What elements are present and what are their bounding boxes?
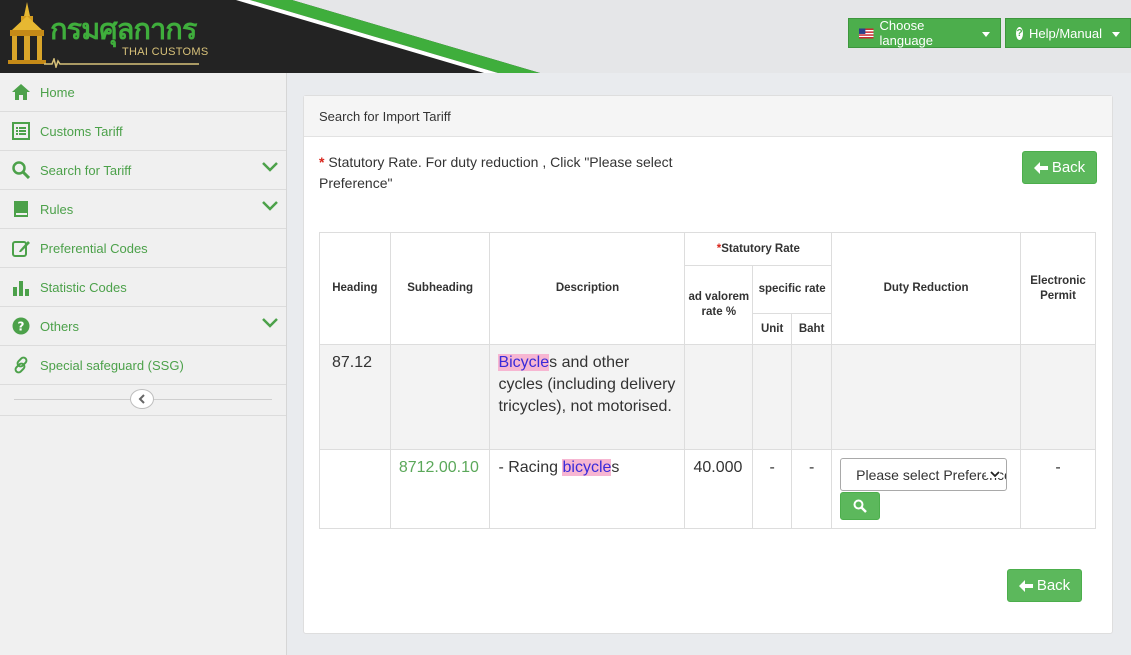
sidebar-item-preferential-codes[interactable]: Preferential Codes — [0, 229, 286, 268]
list-icon — [11, 121, 31, 141]
preference-select-value: Please select Preference — [856, 466, 1008, 483]
sidebar-item-rules[interactable]: Rules — [0, 190, 286, 229]
svg-text:?: ? — [18, 320, 25, 334]
chevron-down-icon — [986, 471, 1001, 478]
table-row: 8712.00.10 - Racing bicycles 40.000 - - … — [319, 449, 1096, 529]
question-icon: ? — [11, 316, 31, 336]
sidebar-item-label: Search for Tariff — [40, 162, 132, 178]
heading-cell: 87.12 — [319, 344, 391, 450]
us-flag-icon — [859, 28, 874, 38]
statutory-note: * Statutory Rate. For duty reduction , C… — [319, 152, 719, 194]
collapse-sidebar-button[interactable] — [130, 389, 154, 409]
electronic-permit-cell — [1020, 344, 1096, 450]
electronic-permit-cell: - — [1020, 449, 1096, 529]
logo-english-text: THAI CUSTOMS — [122, 46, 209, 58]
heading-cell — [319, 449, 391, 529]
subheading-cell — [389, 344, 491, 450]
choose-language-button[interactable]: Choose language — [848, 18, 1001, 48]
description-prefix: - Racing — [498, 459, 563, 476]
column-header-duty-reduction: Duty Reduction — [831, 232, 1022, 345]
logo-thai-text: กรมศุลกากร — [50, 12, 197, 46]
help-manual-label: Help/Manual — [1029, 25, 1102, 41]
sidebar-item-label: Rules — [40, 201, 74, 217]
sidebar-item-customs-tariff[interactable]: Customs Tariff — [0, 112, 286, 151]
column-header-baht: Baht — [791, 313, 833, 345]
sidebar-item-label: Preferential Codes — [40, 240, 148, 256]
arrow-left-icon — [1033, 161, 1048, 174]
preference-select[interactable]: Please select Preference — [840, 458, 1008, 491]
chevron-down-icon[interactable] — [262, 318, 278, 328]
link-icon — [11, 355, 31, 375]
edit-icon — [11, 238, 31, 258]
sidebar-item-special-safeguard[interactable]: Special safeguard (SSG) — [0, 346, 286, 385]
import-tariff-panel: Search for Import Tariff * Statutory Rat… — [303, 95, 1113, 634]
baht-cell: - — [791, 449, 833, 529]
statutory-rate-label: Statutory Rate — [721, 242, 800, 255]
description-cell: - Racing bicycles — [489, 449, 686, 529]
back-button-top[interactable]: Back — [1022, 151, 1097, 184]
back-button-bottom[interactable]: Back — [1007, 569, 1082, 602]
unit-cell: - — [752, 449, 793, 529]
duty-reduction-cell — [831, 344, 1022, 450]
header: กรมศุลกากร THAI CUSTOMS Choose language … — [0, 0, 1131, 73]
preference-search-button[interactable] — [840, 492, 881, 520]
search-highlight: Bicycle — [498, 354, 550, 371]
chevron-down-icon[interactable] — [262, 201, 278, 211]
sidebar-item-others[interactable]: ? Others — [0, 307, 286, 346]
sidebar-collapse-bar — [0, 385, 286, 416]
column-header-specific-rate: specific rate — [752, 265, 833, 314]
sidebar-item-label: Statistic Codes — [40, 279, 127, 295]
statutory-note-text: Statutory Rate. For duty reduction , Cli… — [319, 154, 673, 191]
back-label: Back — [1036, 577, 1071, 594]
chevron-left-icon — [138, 394, 145, 404]
duty-reduction-cell: Please select Preference — [831, 449, 1022, 529]
unit-cell — [752, 344, 793, 450]
sidebar-item-home[interactable]: Home — [0, 73, 286, 112]
sidebar-item-label: Home — [40, 84, 75, 100]
baht-cell — [791, 344, 833, 450]
panel-title: Search for Import Tariff — [304, 96, 1112, 137]
sidebar-item-label: Customs Tariff — [40, 123, 123, 139]
required-star: * — [319, 154, 325, 170]
customs-emblem-icon — [8, 2, 46, 64]
column-header-statutory-rate: *Statutory Rate — [684, 232, 833, 266]
search-icon — [11, 160, 31, 180]
column-header-electronic-permit: Electronic Permit — [1020, 232, 1096, 345]
column-header-ad-valorem: ad valorem rate % — [684, 265, 754, 345]
sidebar-item-search-for-tariff[interactable]: Search for Tariff — [0, 151, 286, 190]
sidebar-item-label: Others — [40, 318, 80, 334]
description-suffix: s — [611, 459, 620, 476]
help-manual-button[interactable]: ? Help/Manual — [1005, 18, 1131, 48]
sidebar: Home Customs Tariff Search for Tariff Ru… — [0, 73, 287, 655]
sidebar-item-label: Special safeguard (SSG) — [40, 357, 184, 373]
back-label: Back — [1051, 159, 1086, 176]
question-circle-icon: ? — [1016, 26, 1023, 40]
chevron-down-icon[interactable] — [262, 162, 278, 172]
arrow-left-icon — [1018, 579, 1033, 592]
choose-language-label: Choose language — [879, 18, 934, 48]
column-header-subheading: Subheading — [389, 232, 491, 345]
bar-chart-icon — [11, 277, 31, 297]
description-cell: Bicycles and other cycles (including del… — [489, 344, 686, 450]
caret-down-icon — [1112, 31, 1120, 37]
table-row: 87.12 Bicycles and other cycles (includi… — [319, 344, 1096, 450]
book-icon — [11, 199, 31, 219]
column-header-description: Description — [489, 232, 686, 345]
subheading-link[interactable]: 8712.00.10 — [399, 459, 479, 476]
column-header-unit: Unit — [752, 313, 793, 345]
home-icon — [11, 82, 31, 102]
search-highlight: bicycle — [562, 459, 612, 476]
ad-valorem-cell — [684, 344, 754, 450]
search-icon — [853, 499, 868, 513]
tariff-table: Heading Subheading Description *Statutor… — [319, 232, 1096, 529]
subheading-cell: 8712.00.10 — [389, 449, 491, 529]
caret-down-icon — [982, 31, 990, 37]
ad-valorem-cell: 40.000 — [684, 449, 754, 529]
column-header-heading: Heading — [319, 232, 391, 345]
logo-underline — [44, 58, 199, 68]
sidebar-item-statistic-codes[interactable]: Statistic Codes — [0, 268, 286, 307]
